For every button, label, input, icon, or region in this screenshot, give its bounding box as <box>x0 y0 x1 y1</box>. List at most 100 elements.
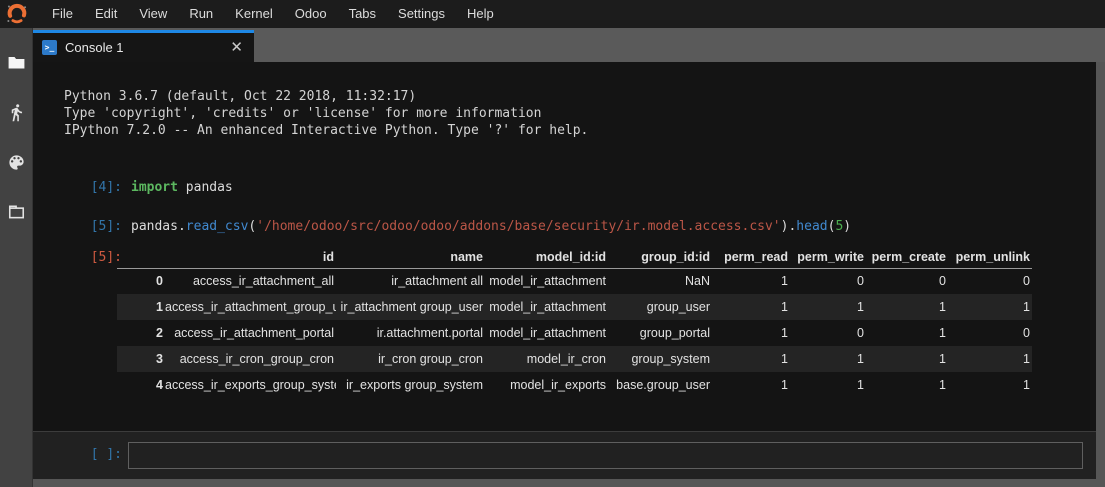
column-header: id <box>165 246 336 268</box>
ipython-banner: Python 3.6.7 (default, Oct 22 2018, 11:3… <box>64 88 1096 139</box>
table-cell: access_ir_attachment_portal <box>165 320 336 346</box>
menu-view[interactable]: View <box>128 0 178 28</box>
table-cell: 0 <box>790 268 866 294</box>
banner-line: Type 'copyright', 'credits' or 'license'… <box>64 105 1096 122</box>
cell-code: import pandas <box>131 179 233 196</box>
table-cell: 1 <box>866 346 948 372</box>
table-cell: 1 <box>866 320 948 346</box>
menu-kernel[interactable]: Kernel <box>224 0 284 28</box>
table-cell: NaN <box>608 268 712 294</box>
row-index: 0 <box>117 268 165 294</box>
code-token: import <box>131 180 178 195</box>
table-cell: group_portal <box>608 320 712 346</box>
table-cell: ir_attachment all <box>336 268 485 294</box>
table-cell: ir_exports group_system <box>336 372 485 398</box>
table-cell: 1 <box>948 346 1032 372</box>
row-index: 4 <box>117 372 165 398</box>
table-cell: 0 <box>948 268 1032 294</box>
cell-code: pandas.read_csv('/home/odoo/src/odoo/odo… <box>131 218 851 235</box>
code-token: ). <box>781 219 797 234</box>
code-token: pandas <box>178 180 233 195</box>
table-cell: model_ir_cron <box>485 346 608 372</box>
running-kernels-icon[interactable] <box>0 87 33 137</box>
console-output-area: Python 3.6.7 (default, Oct 22 2018, 11:3… <box>33 62 1096 431</box>
table-cell: 1 <box>790 346 866 372</box>
row-index: 3 <box>117 346 165 372</box>
output-prompt: [5]: <box>33 250 122 265</box>
table-cell: 1 <box>948 372 1032 398</box>
table-row: 1access_ir_attachment_group_userir_attac… <box>117 294 1032 320</box>
open-tabs-icon[interactable] <box>0 187 33 237</box>
table-cell: 1 <box>866 294 948 320</box>
code-input[interactable] <box>128 442 1083 469</box>
menu-settings[interactable]: Settings <box>387 0 456 28</box>
executed-cell: [5]: pandas.read_csv('/home/odoo/src/odoo… <box>33 218 1096 235</box>
table-cell: 0 <box>948 320 1032 346</box>
table-cell: group_user <box>608 294 712 320</box>
table-cell: 1 <box>948 294 1032 320</box>
column-header: perm_create <box>866 246 948 268</box>
tab-bar: >_ Console 1 ✕ <box>33 28 1105 62</box>
console-icon: >_ <box>42 40 57 55</box>
table-cell: model_ir_attachment <box>485 268 608 294</box>
table-cell: ir_attachment group_user <box>336 294 485 320</box>
column-header: perm_write <box>790 246 866 268</box>
column-header <box>117 246 165 268</box>
column-header: group_id:id <box>608 246 712 268</box>
column-header: perm_read <box>712 246 790 268</box>
table-cell: 0 <box>866 268 948 294</box>
table-cell: access_ir_cron_group_cron <box>165 346 336 372</box>
odoo-spinner-logo <box>6 3 28 25</box>
menu-help[interactable]: Help <box>456 0 505 28</box>
table-row: 0access_ir_attachment_allir_attachment a… <box>117 268 1032 294</box>
column-header: name <box>336 246 485 268</box>
menu-edit[interactable]: Edit <box>84 0 128 28</box>
banner-line: IPython 7.2.0 -- An enhanced Interactive… <box>64 122 1096 139</box>
table-cell: ir.attachment.portal <box>336 320 485 346</box>
executed-cell: [4]: import pandas <box>33 179 1096 196</box>
table-cell: 0 <box>790 320 866 346</box>
menu-run[interactable]: Run <box>178 0 224 28</box>
dataframe-table: idnamemodel_id:idgroup_id:idperm_readper… <box>117 246 1032 398</box>
table-cell: 1 <box>790 294 866 320</box>
table-cell: 1 <box>866 372 948 398</box>
file-browser-icon[interactable] <box>0 37 33 87</box>
table-cell: access_ir_attachment_group_user <box>165 294 336 320</box>
table-cell: access_ir_attachment_all <box>165 268 336 294</box>
table-row: 2access_ir_attachment_portalir.attachmen… <box>117 320 1032 346</box>
banner-line: Python 3.6.7 (default, Oct 22 2018, 11:3… <box>64 88 1096 105</box>
row-index: 1 <box>117 294 165 320</box>
tab-close-icon[interactable]: ✕ <box>228 40 245 55</box>
tab-console-1[interactable]: >_ Console 1 ✕ <box>33 30 254 62</box>
menu-odoo[interactable]: Odoo <box>284 0 338 28</box>
cell-prompt: [4]: <box>33 179 122 196</box>
header-row: idnamemodel_id:idgroup_id:idperm_readper… <box>117 246 1032 268</box>
code-token: pandas. <box>131 219 186 234</box>
row-index: 2 <box>117 320 165 346</box>
code-token: ) <box>843 219 851 234</box>
table-row: 4access_ir_exports_group_systemir_export… <box>117 372 1032 398</box>
command-palette-icon[interactable] <box>0 137 33 187</box>
table-cell: 1 <box>790 372 866 398</box>
table-cell: access_ir_exports_group_system <box>165 372 336 398</box>
main-dock-panel: >_ Console 1 ✕ Python 3.6.7 (default, Oc… <box>33 28 1105 487</box>
code-token: head <box>796 219 827 234</box>
bottom-frame <box>33 479 1096 487</box>
table-cell: base.group_user <box>608 372 712 398</box>
table-row: 3access_ir_cron_group_cronir_cron group_… <box>117 346 1032 372</box>
table-cell: model_ir_exports <box>485 372 608 398</box>
menu-file[interactable]: File <box>41 0 84 28</box>
table-cell: 1 <box>712 320 790 346</box>
table-cell: ir_cron group_cron <box>336 346 485 372</box>
cell-prompt: [5]: <box>33 218 122 235</box>
table-cell: group_system <box>608 346 712 372</box>
input-prompt: [ ]: <box>33 447 122 462</box>
code-token: read_csv <box>186 219 249 234</box>
column-header: perm_unlink <box>948 246 1032 268</box>
code-token: '/home/odoo/src/odoo/odoo/addons/base/se… <box>256 219 780 234</box>
dataframe-header: idnamemodel_id:idgroup_id:idperm_readper… <box>117 246 1032 268</box>
tab-label: Console 1 <box>65 40 228 55</box>
table-cell: model_ir_attachment <box>485 294 608 320</box>
table-cell: 1 <box>712 294 790 320</box>
menu-tabs[interactable]: Tabs <box>338 0 387 28</box>
